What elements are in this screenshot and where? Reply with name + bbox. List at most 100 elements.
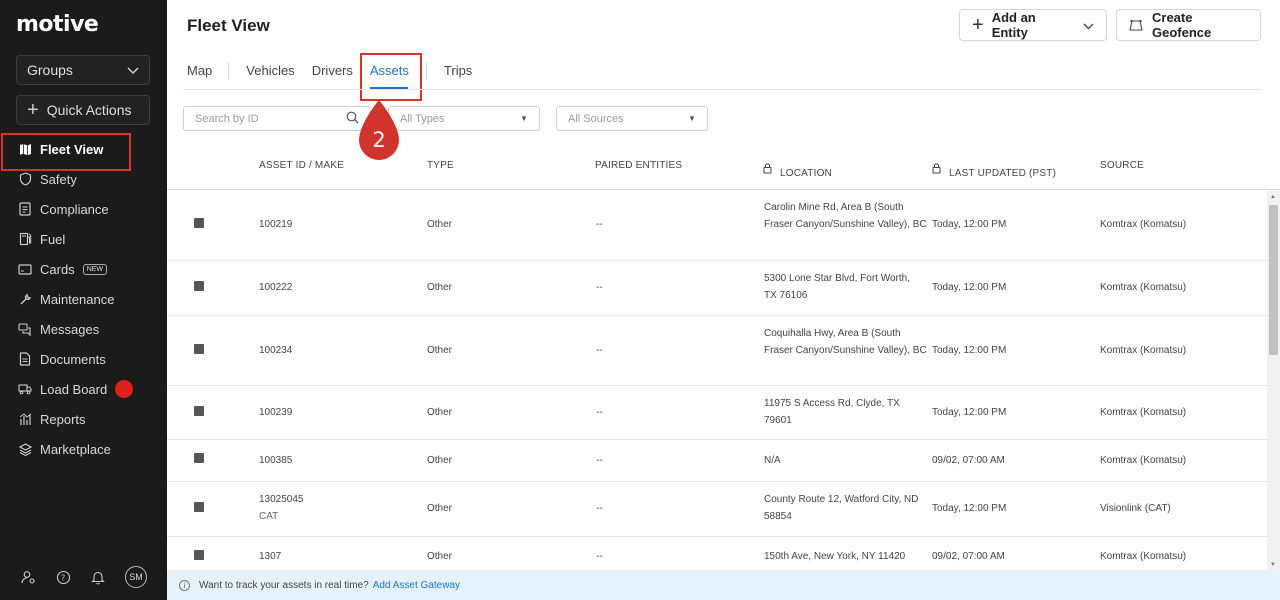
row-checkbox[interactable] bbox=[194, 502, 204, 512]
asset-id[interactable]: 100385 bbox=[259, 452, 292, 469]
add-entity-button[interactable]: + Add an Entity bbox=[959, 9, 1107, 41]
table-scrollbar[interactable]: ▲ ▼ bbox=[1267, 191, 1280, 570]
sidebar-item-fleet-view[interactable]: Fleet View bbox=[0, 133, 167, 171]
sidebar-item-label: Messages bbox=[40, 321, 100, 337]
card-icon bbox=[18, 262, 32, 276]
tab-vehicles[interactable]: Vehicles bbox=[246, 54, 294, 90]
asset-id[interactable]: 100222 bbox=[259, 279, 292, 296]
tab-trips[interactable]: Trips bbox=[444, 54, 472, 90]
sidebar-item-messages[interactable]: Messages bbox=[0, 314, 167, 344]
sidebar-item-label: Marketplace bbox=[40, 441, 111, 457]
create-geofence-label: Create Geofence bbox=[1152, 10, 1212, 40]
search-input[interactable]: Search by ID bbox=[183, 106, 371, 131]
row-checkbox[interactable] bbox=[194, 550, 204, 560]
types-select[interactable]: All Types ▼ bbox=[388, 106, 540, 131]
layers-icon bbox=[18, 442, 32, 456]
sidebar-item-maintenance[interactable]: Maintenance bbox=[0, 284, 167, 314]
tab-divider bbox=[425, 62, 427, 80]
caret-down-icon: ▼ bbox=[688, 114, 696, 123]
column-header-paired-entities[interactable]: PAIRED ENTITIES bbox=[595, 160, 682, 171]
tab-map[interactable]: Map bbox=[187, 54, 212, 90]
users-settings-icon[interactable] bbox=[20, 569, 36, 585]
geofence-icon bbox=[1129, 19, 1143, 31]
asset-source: Komtrax (Komatsu) bbox=[1100, 219, 1187, 230]
row-checkbox[interactable] bbox=[194, 281, 204, 291]
asset-source: Komtrax (Komatsu) bbox=[1100, 282, 1187, 293]
bell-icon[interactable] bbox=[90, 569, 106, 585]
sidebar-item-compliance[interactable]: Compliance bbox=[0, 194, 167, 224]
asset-id[interactable]: 100234 bbox=[259, 342, 292, 359]
sidebar-item-marketplace[interactable]: Marketplace bbox=[0, 434, 167, 464]
asset-source: Visionlink (CAT) bbox=[1100, 503, 1171, 514]
groups-dropdown[interactable]: Groups bbox=[16, 55, 150, 85]
asset-gateway-banner: i Want to track your assets in real time… bbox=[167, 570, 1280, 600]
table-row[interactable]: 100239 Other -- 11975 S Access Rd, Clyde… bbox=[167, 386, 1267, 440]
paired-entities: -- bbox=[596, 551, 603, 562]
sidebar-item-reports[interactable]: Reports bbox=[0, 404, 167, 434]
asset-location: 150th Ave, New York, NY 11420 bbox=[764, 551, 906, 562]
sidebar: motive Groups + Quick Actions Fleet View… bbox=[0, 0, 167, 600]
quick-actions-label: Quick Actions bbox=[46, 102, 132, 118]
motive-logo[interactable]: motive bbox=[16, 12, 99, 37]
groups-label: Groups bbox=[27, 62, 73, 78]
caret-down-icon: ▼ bbox=[520, 114, 528, 123]
new-badge: NEW bbox=[82, 263, 108, 275]
row-checkbox[interactable] bbox=[194, 344, 204, 354]
quick-actions-button[interactable]: + Quick Actions bbox=[16, 95, 150, 125]
row-checkbox[interactable] bbox=[194, 218, 204, 228]
asset-make: CAT bbox=[259, 511, 279, 522]
asset-id[interactable]: 100219 bbox=[259, 216, 292, 233]
asset-type: Other bbox=[427, 407, 453, 418]
sidebar-item-label: Fuel bbox=[40, 231, 66, 247]
add-entity-label: Add an Entity bbox=[991, 10, 1036, 40]
table-row[interactable]: 100234 Other -- Coquihalla Hwy, Area B (… bbox=[167, 316, 1267, 386]
sources-select[interactable]: All Sources ▼ bbox=[556, 106, 708, 131]
sidebar-item-label: Safety bbox=[40, 171, 77, 187]
column-header-type[interactable]: TYPE bbox=[427, 160, 454, 171]
table-row[interactable]: 13025045 CAT Other -- County Route 12, W… bbox=[167, 482, 1267, 537]
scroll-down-icon[interactable]: ▼ bbox=[1270, 562, 1276, 568]
column-header-asset-id[interactable]: ASSET ID / MAKE bbox=[259, 160, 344, 171]
add-asset-gateway-link[interactable]: Add Asset Gateway bbox=[373, 580, 460, 591]
sidebar-item-label: Cards bbox=[40, 261, 75, 277]
page-title: Fleet View bbox=[187, 16, 270, 35]
table-row[interactable]: 100385 Other -- N/A 09/02, 07:00 AM Komt… bbox=[167, 440, 1267, 482]
table-row[interactable]: 100222 Other -- 5300 Lone Star Blvd, For… bbox=[167, 261, 1267, 316]
create-geofence-button[interactable]: Create Geofence bbox=[1116, 9, 1261, 41]
sidebar-item-safety[interactable]: Safety bbox=[0, 164, 167, 194]
fuel-pump-icon bbox=[18, 232, 32, 246]
asset-location: 5300 Lone Star Blvd, Fort Worth, TX 7610… bbox=[764, 273, 911, 301]
table-body: 100219 Other -- Carolin Mine Rd, Area B … bbox=[167, 191, 1267, 577]
tab-assets[interactable]: Assets bbox=[359, 53, 422, 101]
help-icon[interactable]: ? bbox=[55, 569, 71, 585]
column-header-last-updated[interactable]: LAST UPDATED (PST) bbox=[932, 160, 1056, 179]
asset-source: Komtrax (Komatsu) bbox=[1100, 551, 1187, 562]
table-row[interactable]: 100219 Other -- Carolin Mine Rd, Area B … bbox=[167, 191, 1267, 261]
scroll-thumb[interactable] bbox=[1269, 205, 1278, 355]
shield-icon bbox=[18, 172, 32, 186]
tab-divider bbox=[228, 62, 230, 80]
tab-drivers[interactable]: Drivers bbox=[312, 54, 353, 90]
column-header-location[interactable]: LOCATION bbox=[763, 160, 832, 179]
sidebar-item-label: Load Board bbox=[40, 381, 108, 397]
tabs-underline bbox=[183, 89, 1261, 90]
asset-location: Coquihalla Hwy, Area B (South Fraser Can… bbox=[764, 328, 927, 356]
sidebar-item-load-board[interactable]: Load Board bbox=[0, 374, 167, 404]
map-icon bbox=[18, 142, 32, 156]
row-checkbox[interactable] bbox=[194, 406, 204, 416]
asset-id[interactable]: 13025045 bbox=[259, 491, 304, 508]
lock-icon bbox=[932, 163, 941, 177]
sidebar-item-fuel[interactable]: Fuel bbox=[0, 224, 167, 254]
asset-source: Komtrax (Komatsu) bbox=[1100, 345, 1187, 356]
avatar[interactable]: SM bbox=[125, 566, 147, 588]
row-checkbox[interactable] bbox=[194, 453, 204, 463]
scroll-up-icon[interactable]: ▲ bbox=[1270, 194, 1276, 200]
asset-id[interactable]: 100239 bbox=[259, 404, 292, 421]
asset-location: N/A bbox=[764, 455, 781, 466]
sidebar-item-documents[interactable]: Documents bbox=[0, 344, 167, 374]
info-icon: i bbox=[179, 579, 190, 591]
sidebar-item-cards[interactable]: Cards NEW bbox=[0, 254, 167, 284]
document-icon bbox=[18, 352, 32, 366]
column-header-source[interactable]: SOURCE bbox=[1100, 160, 1144, 171]
asset-id[interactable]: 1307 bbox=[259, 548, 281, 565]
